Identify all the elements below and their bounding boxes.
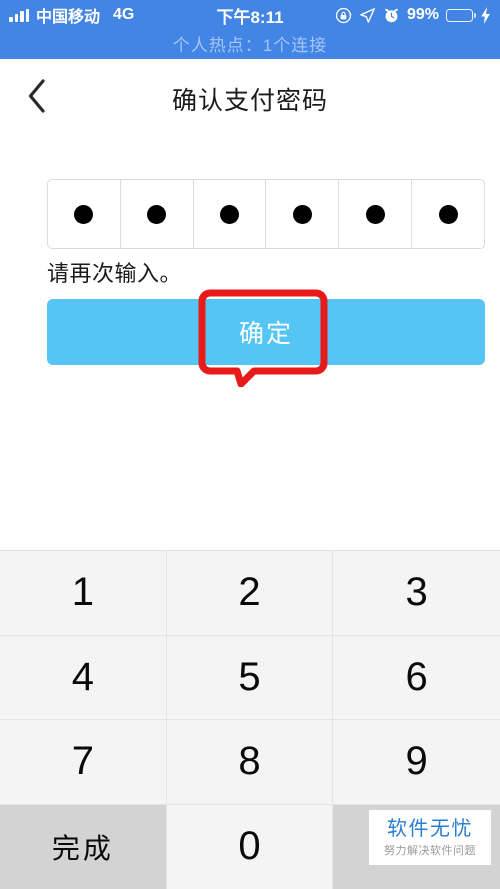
password-dot <box>366 205 385 224</box>
password-cell[interactable] <box>266 180 339 248</box>
key-0[interactable]: 0 <box>167 805 334 889</box>
password-cell[interactable] <box>121 180 194 248</box>
battery-icon <box>446 9 473 22</box>
rotation-lock-icon <box>335 7 352 24</box>
numeric-keypad: 1 2 3 4 5 6 7 8 9 完成 0 <box>0 550 500 889</box>
carrier-label: 中国移动 <box>36 3 100 27</box>
password-cell[interactable] <box>339 180 412 248</box>
page-title: 确认支付密码 <box>0 81 500 117</box>
battery-percent-label: 99% <box>407 6 439 24</box>
location-arrow-icon <box>359 7 376 24</box>
password-dot <box>293 205 312 224</box>
hotspot-status-label: 个人热点：1个连接 <box>0 29 500 57</box>
key-blank[interactable] <box>333 805 500 889</box>
signal-bars-icon <box>9 9 29 22</box>
lightning-bolt-icon <box>480 7 491 24</box>
password-input[interactable] <box>47 179 485 249</box>
alarm-clock-icon <box>383 7 400 24</box>
status-bar: 中国移动 4G <box>0 0 500 57</box>
status-bar-right: 99% <box>335 6 491 24</box>
key-7[interactable]: 7 <box>0 720 167 805</box>
key-6[interactable]: 6 <box>333 636 500 721</box>
key-2[interactable]: 2 <box>167 551 334 636</box>
confirm-button[interactable]: 确定 <box>47 299 485 365</box>
key-5[interactable]: 5 <box>167 636 334 721</box>
key-1[interactable]: 1 <box>0 551 167 636</box>
status-bar-row: 中国移动 4G <box>0 0 500 30</box>
key-done[interactable]: 完成 <box>0 805 167 889</box>
key-8[interactable]: 8 <box>167 720 334 805</box>
nav-bar: 确认支付密码 <box>0 57 500 135</box>
password-dot <box>220 205 239 224</box>
status-bar-left: 中国移动 4G <box>9 3 134 27</box>
password-cell[interactable] <box>48 180 121 248</box>
network-type-label: 4G <box>113 6 134 24</box>
key-3[interactable]: 3 <box>333 551 500 636</box>
hint-label: 请再次输入。 <box>47 256 182 288</box>
password-cell[interactable] <box>194 180 267 248</box>
password-dot <box>74 205 93 224</box>
password-dot <box>147 205 166 224</box>
password-dot <box>439 205 458 224</box>
key-4[interactable]: 4 <box>0 636 167 721</box>
key-9[interactable]: 9 <box>333 720 500 805</box>
password-cell[interactable] <box>412 180 484 248</box>
